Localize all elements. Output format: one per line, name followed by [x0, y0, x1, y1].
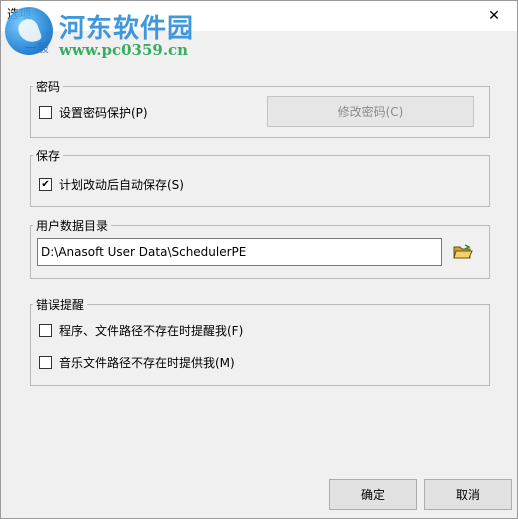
missing-music-reminder-label: 音乐文件路径不存在时提供我(M) [59, 356, 235, 370]
watermark-url: www.pc0359.cn [59, 41, 189, 59]
close-icon: ✕ [488, 8, 500, 24]
missing-path-reminder-checkbox[interactable]: 程序、文件路径不存在时提醒我(F) [39, 322, 243, 339]
group-password-label: 密码 [33, 78, 64, 95]
checkbox-box[interactable] [39, 356, 52, 369]
user-data-path-input[interactable]: D:\Anasoft User Data\SchedulerPE [37, 238, 442, 266]
watermark-sub-text: 一般 [25, 41, 50, 55]
group-save: 保存 ✔ 计划改动后自动保存(S) [30, 147, 490, 207]
group-error-reminders: 错误提醒 程序、文件路径不存在时提醒我(F) 音乐文件路径不存在时提供我(M) [30, 296, 490, 386]
change-password-label: 修改密码(C) [337, 105, 404, 119]
close-button[interactable]: ✕ [471, 1, 517, 31]
ok-button[interactable]: 确定 [329, 479, 417, 510]
checkbox-box[interactable] [39, 106, 52, 119]
set-password-protect-label: 设置密码保护(P) [59, 106, 148, 120]
cancel-button[interactable]: 取消 [424, 479, 512, 510]
missing-music-reminder-checkbox[interactable]: 音乐文件路径不存在时提供我(M) [39, 354, 235, 371]
watermark-title: 河东软件园 [59, 14, 195, 44]
folder-open-icon[interactable] [453, 244, 473, 260]
auto-save-label: 计划改动后自动保存(S) [59, 178, 184, 192]
group-error-reminders-label: 错误提醒 [33, 296, 88, 313]
checkmark-icon[interactable]: ✔ [39, 178, 52, 191]
watermark: 一般 河东软件园 www.pc0359.cn [1, 1, 221, 67]
auto-save-checkbox[interactable]: ✔ 计划改动后自动保存(S) [39, 176, 184, 193]
cancel-button-label: 取消 [455, 488, 480, 502]
options-dialog: 选项 ✕ 一般 河东软件园 www.pc0359.cn 密码 设置密码保护(P)… [0, 0, 518, 519]
checkbox-box[interactable] [39, 324, 52, 337]
group-user-data-label: 用户数据目录 [33, 217, 112, 234]
set-password-protect-checkbox[interactable]: 设置密码保护(P) [39, 104, 148, 121]
group-user-data: 用户数据目录 D:\Anasoft User Data\SchedulerPE [30, 217, 490, 279]
group-save-label: 保存 [33, 147, 64, 164]
group-password: 密码 设置密码保护(P) 修改密码(C) [30, 78, 490, 138]
change-password-button[interactable]: 修改密码(C) [267, 96, 474, 127]
ok-button-label: 确定 [360, 488, 385, 502]
missing-path-reminder-label: 程序、文件路径不存在时提醒我(F) [59, 324, 244, 338]
